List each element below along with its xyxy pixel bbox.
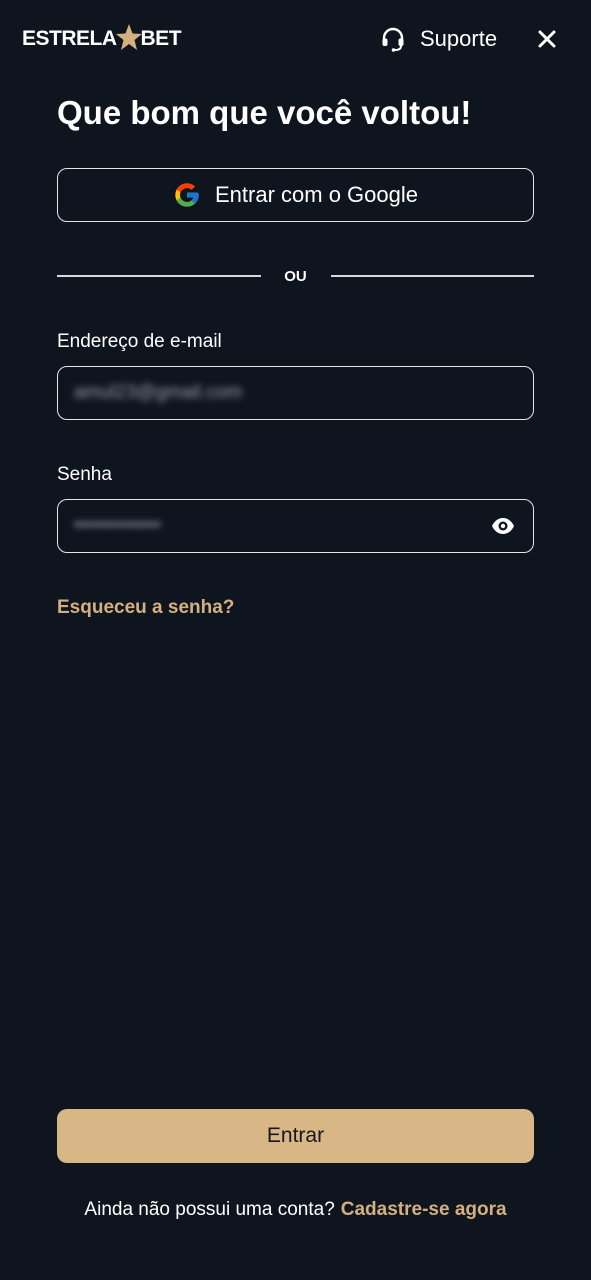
divider-text: OU [284,267,307,285]
password-label: Senha [57,464,112,485]
google-button-label: Entrar com o Google [215,182,418,207]
signup-link[interactable]: Cadastre-se agora [341,1199,507,1220]
support-label: Suporte [420,26,498,51]
star-icon [115,24,142,50]
login-page: ESTRELA BET Suporte Que bom que você vol… [0,0,591,1280]
email-label: Endereço de e-mail [57,331,222,352]
divider-line-left [57,275,261,277]
logo[interactable]: ESTRELA BET [22,22,182,56]
divider-line-right [330,275,534,277]
signup-row: Ainda não possui uma conta? Cadastre-se a… [0,1199,591,1221]
google-icon [175,183,199,207]
show-password-button[interactable] [489,512,517,540]
eye-icon [492,518,514,534]
email-input[interactable] [74,382,517,404]
signup-prompt: Ainda não possui uma conta? [84,1199,335,1220]
email-field[interactable] [57,366,534,420]
page-title: Que bom que você voltou! [57,94,472,131]
google-login-button[interactable]: Entrar com o Google [57,168,534,222]
header: ESTRELA BET Suporte [0,0,591,78]
or-divider: OU [57,262,534,290]
support-button[interactable]: Suporte [380,22,497,56]
logo-text-left: ESTRELA [22,27,117,50]
close-icon [538,30,556,48]
login-button[interactable]: Entrar [57,1109,534,1163]
password-field[interactable] [57,499,534,553]
headset-icon [382,27,404,52]
logo-text-right: BET [140,27,182,50]
password-input[interactable] [74,515,489,537]
forgot-password-link[interactable]: Esqueceu a senha? [57,597,234,619]
close-button[interactable] [532,24,562,54]
